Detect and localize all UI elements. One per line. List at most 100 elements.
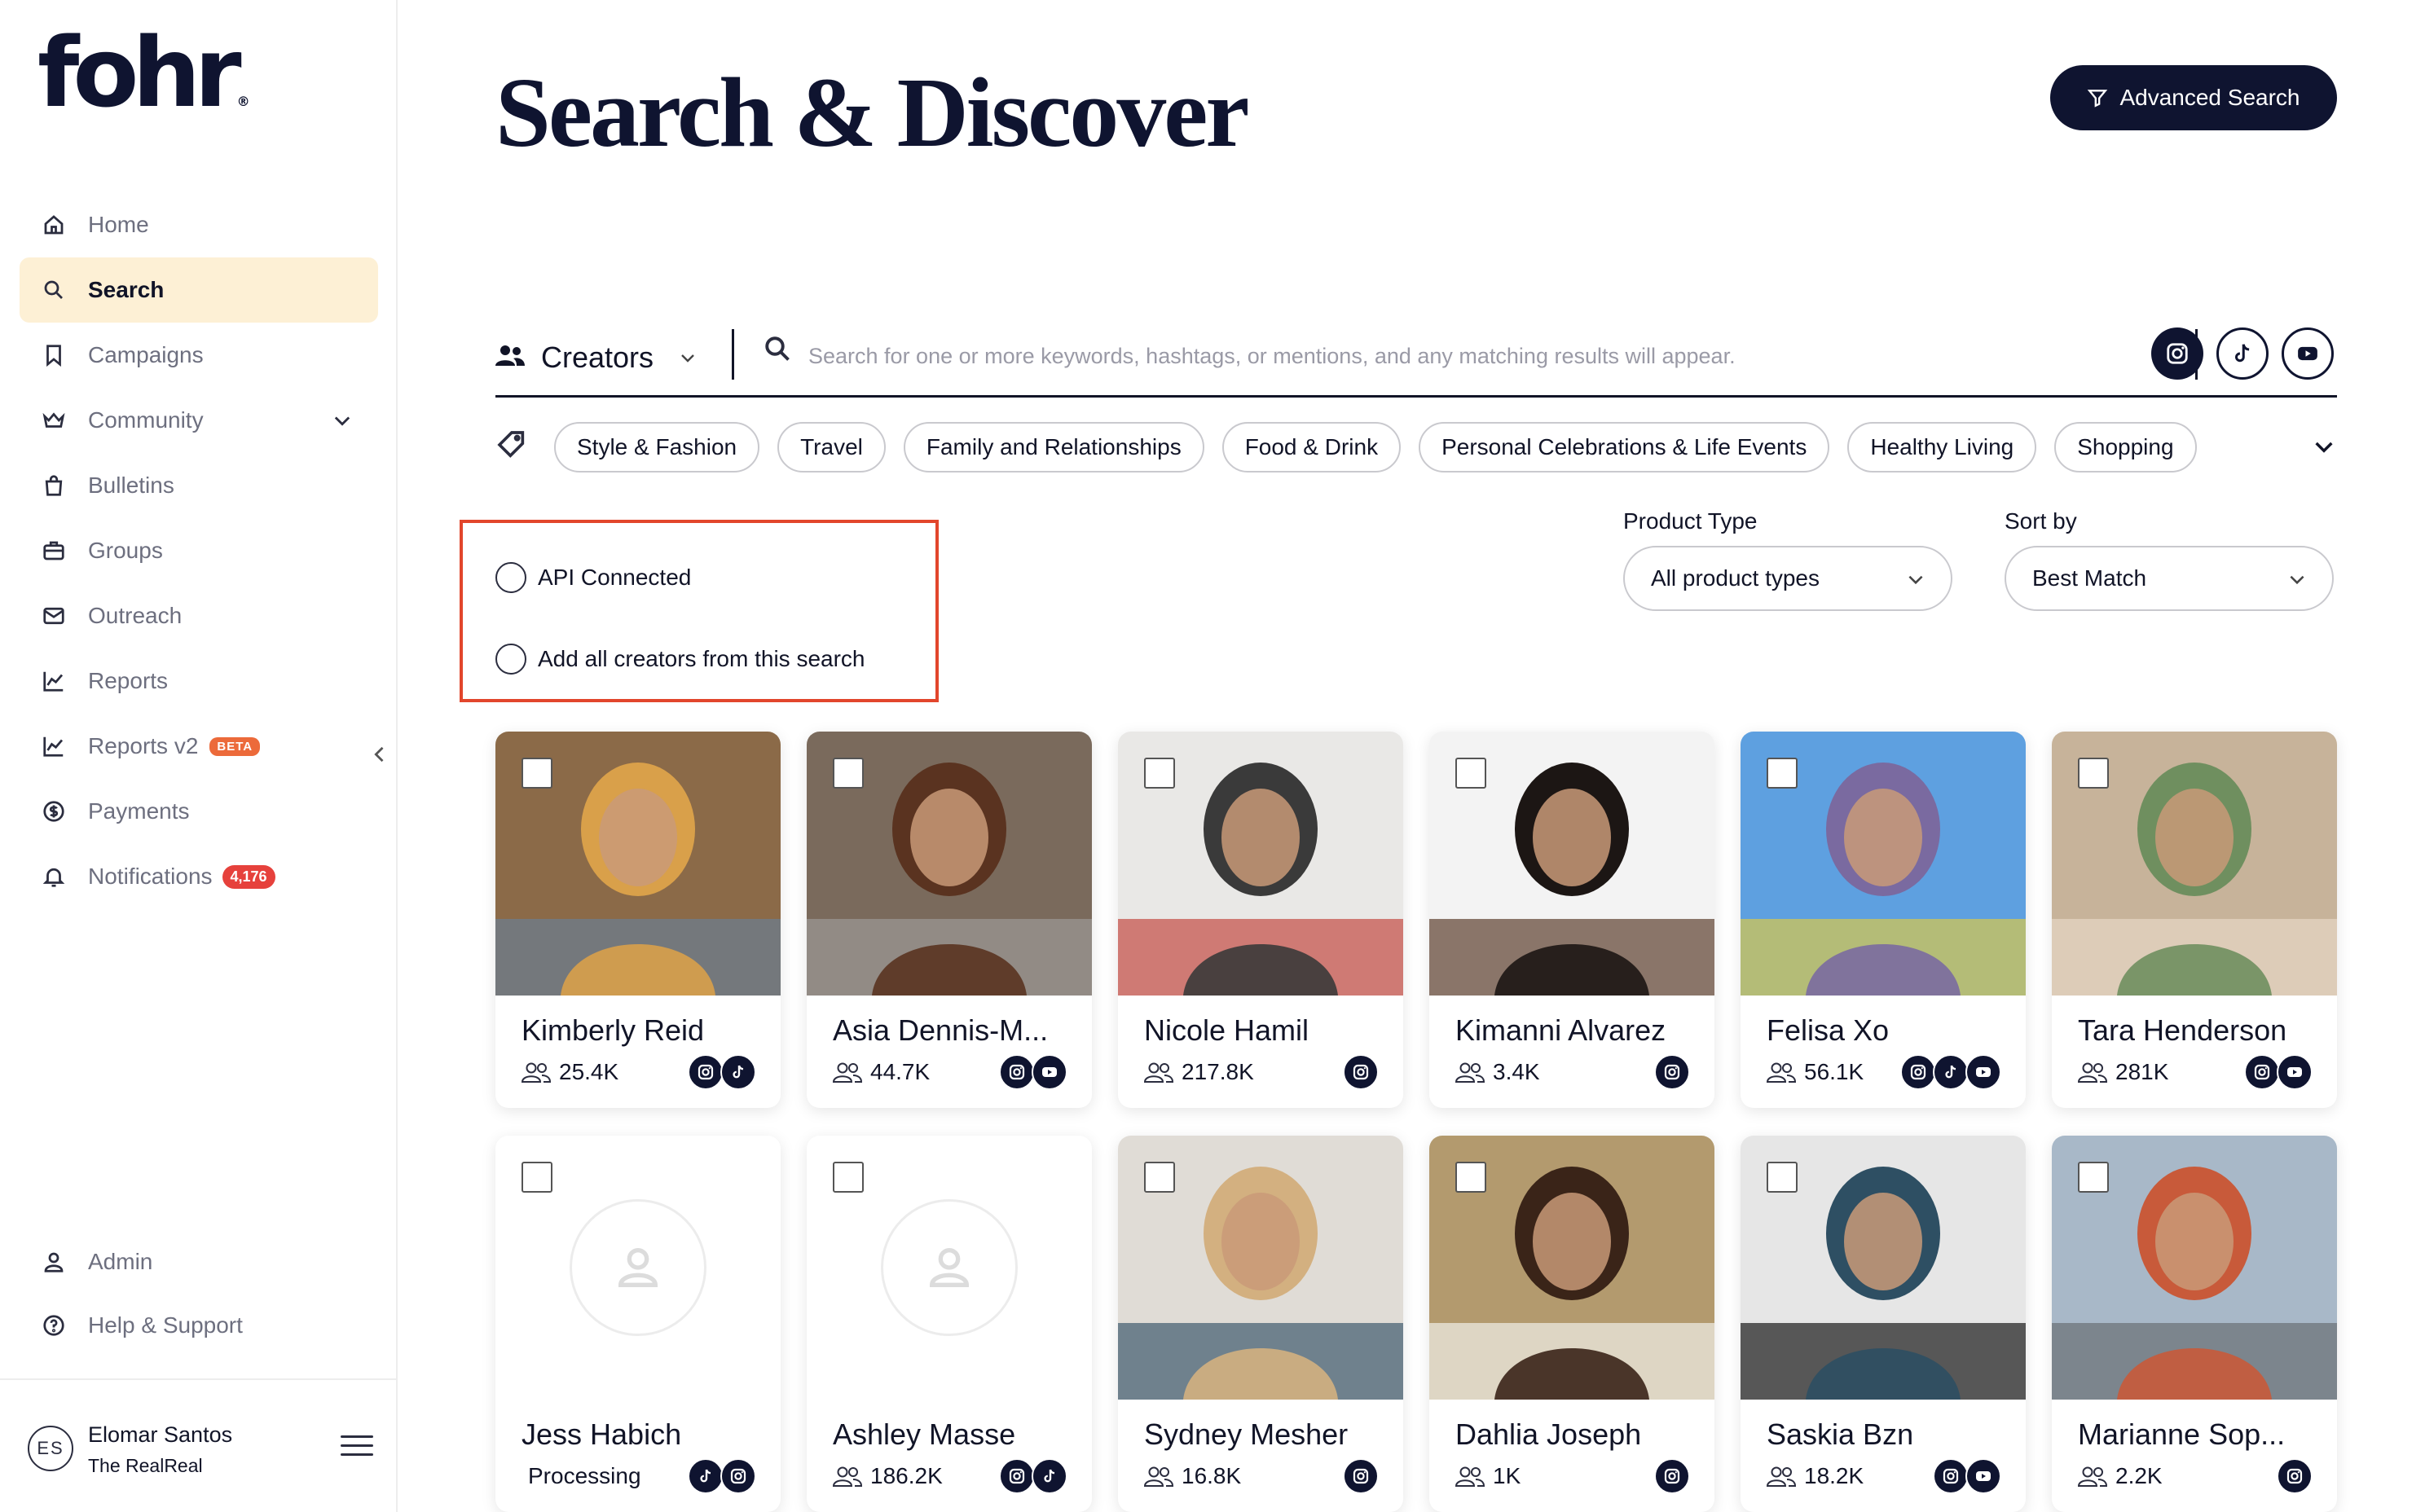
menu-icon[interactable] xyxy=(341,1435,373,1461)
creator-select-checkbox[interactable] xyxy=(1767,758,1798,789)
creator-select-checkbox[interactable] xyxy=(1144,1162,1175,1193)
follower-count: 281K xyxy=(2115,1059,2169,1084)
creator-platforms xyxy=(2244,1054,2313,1090)
instagram-icon[interactable] xyxy=(720,1458,756,1494)
tag-chip[interactable]: Travel xyxy=(777,422,886,472)
sidebar-item-home[interactable]: Home xyxy=(20,192,378,257)
creator-name[interactable]: Sydney Mesher xyxy=(1144,1418,1348,1452)
tiktok-icon[interactable] xyxy=(688,1458,724,1494)
creator-select-checkbox[interactable] xyxy=(2078,1162,2109,1193)
creator-name[interactable]: Kimberly Reid xyxy=(522,1013,704,1048)
sidebar-item-outreach[interactable]: Outreach xyxy=(20,583,378,648)
sidebar-item-campaigns[interactable]: Campaigns xyxy=(20,323,378,388)
instagram-icon[interactable] xyxy=(2244,1054,2280,1090)
tiktok-icon[interactable] xyxy=(1032,1458,1067,1494)
creator-select-checkbox[interactable] xyxy=(833,758,864,789)
sidebar-item-notifications[interactable]: Notifications 4,176 xyxy=(20,844,378,909)
tiktok-icon[interactable] xyxy=(1933,1054,1969,1090)
youtube-filter-button[interactable] xyxy=(2282,327,2334,380)
tag-chip[interactable]: Shopping xyxy=(2054,422,2197,472)
instagram-icon[interactable] xyxy=(999,1458,1035,1494)
chevron-down-icon xyxy=(2315,442,2333,453)
tag-chip[interactable]: Personal Celebrations & Life Events xyxy=(1419,422,1830,472)
api-connected-radio[interactable] xyxy=(495,562,526,593)
sidebar-bottom-item-admin[interactable]: Admin xyxy=(20,1230,378,1294)
advanced-search-button[interactable]: Advanced Search xyxy=(2050,65,2337,130)
sort-by-select[interactable]: Best Match xyxy=(2005,546,2334,611)
creator-name[interactable]: Kimanni Alvarez xyxy=(1455,1013,1666,1048)
creator-card[interactable]: Nicole Hamil 217.8K xyxy=(1118,732,1403,1108)
sidebar-bottom-item-help-support[interactable]: Help & Support xyxy=(20,1294,378,1357)
creator-card[interactable]: Jess Habich Processing xyxy=(495,1136,781,1512)
creator-select-checkbox[interactable] xyxy=(522,758,552,789)
youtube-icon[interactable] xyxy=(2277,1054,2313,1090)
product-type-select[interactable]: All product types xyxy=(1623,546,1952,611)
instagram-filter-button[interactable] xyxy=(2151,327,2203,380)
creator-card[interactable]: Sydney Mesher 16.8K xyxy=(1118,1136,1403,1512)
sidebar-item-reports-v2[interactable]: Reports v2 BETA xyxy=(20,714,378,779)
api-connected-option[interactable]: API Connected xyxy=(495,562,691,593)
creator-card[interactable]: Kimberly Reid 25.4K xyxy=(495,732,781,1108)
creator-select-checkbox[interactable] xyxy=(1144,758,1175,789)
collapse-sidebar-button[interactable] xyxy=(368,743,394,769)
creator-select-checkbox[interactable] xyxy=(1455,1162,1486,1193)
instagram-icon[interactable] xyxy=(1343,1054,1379,1090)
add-all-creators-option[interactable]: Add all creators from this search xyxy=(495,644,865,675)
creator-select-checkbox[interactable] xyxy=(1455,758,1486,789)
creator-select-checkbox[interactable] xyxy=(522,1162,552,1193)
creator-select-checkbox[interactable] xyxy=(833,1162,864,1193)
fohr-logo[interactable]: fohr ® xyxy=(37,24,250,121)
sidebar-item-community[interactable]: Community xyxy=(20,388,378,453)
creator-name[interactable]: Asia Dennis-M... xyxy=(833,1013,1048,1048)
instagram-icon[interactable] xyxy=(999,1054,1035,1090)
creator-select-checkbox[interactable] xyxy=(1767,1162,1798,1193)
entity-type-dropdown[interactable]: Creators xyxy=(495,329,698,386)
creator-card[interactable]: Saskia Bzn 18.2K xyxy=(1741,1136,2026,1512)
sidebar-item-bulletins[interactable]: Bulletins xyxy=(20,453,378,518)
creator-name[interactable]: Marianne Sop... xyxy=(2078,1418,2285,1452)
creator-card[interactable]: Tara Henderson 281K xyxy=(2052,732,2337,1108)
instagram-icon[interactable] xyxy=(1933,1458,1969,1494)
creator-name[interactable]: Tara Henderson xyxy=(2078,1013,2286,1048)
creator-name[interactable]: Felisa Xo xyxy=(1767,1013,1889,1048)
add-all-creators-radio[interactable] xyxy=(495,644,526,675)
tag-chip[interactable]: Style & Fashion xyxy=(554,422,760,472)
creator-card[interactable]: Felisa Xo 56.1K xyxy=(1741,732,2026,1108)
tag-chip[interactable]: Healthy Living xyxy=(1847,422,2037,472)
youtube-icon[interactable] xyxy=(1032,1054,1067,1090)
creator-card[interactable]: Asia Dennis-M... 44.7K xyxy=(807,732,1092,1108)
creator-select-checkbox[interactable] xyxy=(2078,758,2109,789)
youtube-icon[interactable] xyxy=(1965,1054,2001,1090)
creator-name[interactable]: Jess Habich xyxy=(522,1418,681,1452)
creator-name[interactable]: Dahlia Joseph xyxy=(1455,1418,1641,1452)
tag-chip[interactable]: Family and Relationships xyxy=(903,422,1204,472)
instagram-icon[interactable] xyxy=(1654,1458,1690,1494)
sidebar-item-payments[interactable]: Payments xyxy=(20,779,378,844)
avatar[interactable]: ES xyxy=(28,1426,73,1471)
youtube-icon[interactable] xyxy=(1965,1458,2001,1494)
creator-card[interactable]: Dahlia Joseph 1K xyxy=(1429,1136,1714,1512)
creator-name[interactable]: Nicole Hamil xyxy=(1144,1013,1309,1048)
chevron-down-icon[interactable] xyxy=(331,409,354,437)
search-icon xyxy=(41,277,67,303)
instagram-icon[interactable] xyxy=(1900,1054,1936,1090)
instagram-icon[interactable] xyxy=(1343,1458,1379,1494)
tag-chip[interactable]: Food & Drink xyxy=(1221,422,1402,472)
tiktok-filter-button[interactable] xyxy=(2216,327,2269,380)
sidebar-item-search[interactable]: Search xyxy=(20,257,378,323)
sidebar-item-label: Community xyxy=(88,407,204,433)
tiktok-icon[interactable] xyxy=(720,1054,756,1090)
creator-card[interactable]: Marianne Sop... 2.2K xyxy=(2052,1136,2337,1512)
instagram-icon[interactable] xyxy=(1654,1054,1690,1090)
sidebar-item-reports[interactable]: Reports xyxy=(20,648,378,714)
creator-card[interactable]: Kimanni Alvarez 3.4K xyxy=(1429,732,1714,1108)
follower-count: 16.8K xyxy=(1182,1463,1242,1488)
search-input[interactable] xyxy=(808,329,2137,383)
instagram-icon[interactable] xyxy=(2277,1458,2313,1494)
sidebar-item-groups[interactable]: Groups xyxy=(20,518,378,583)
instagram-icon[interactable] xyxy=(688,1054,724,1090)
creator-card[interactable]: Ashley Masse 186.2K xyxy=(807,1136,1092,1512)
creator-name[interactable]: Saskia Bzn xyxy=(1767,1418,1913,1452)
expand-tags-button[interactable] xyxy=(2311,433,2337,464)
creator-name[interactable]: Ashley Masse xyxy=(833,1418,1015,1452)
